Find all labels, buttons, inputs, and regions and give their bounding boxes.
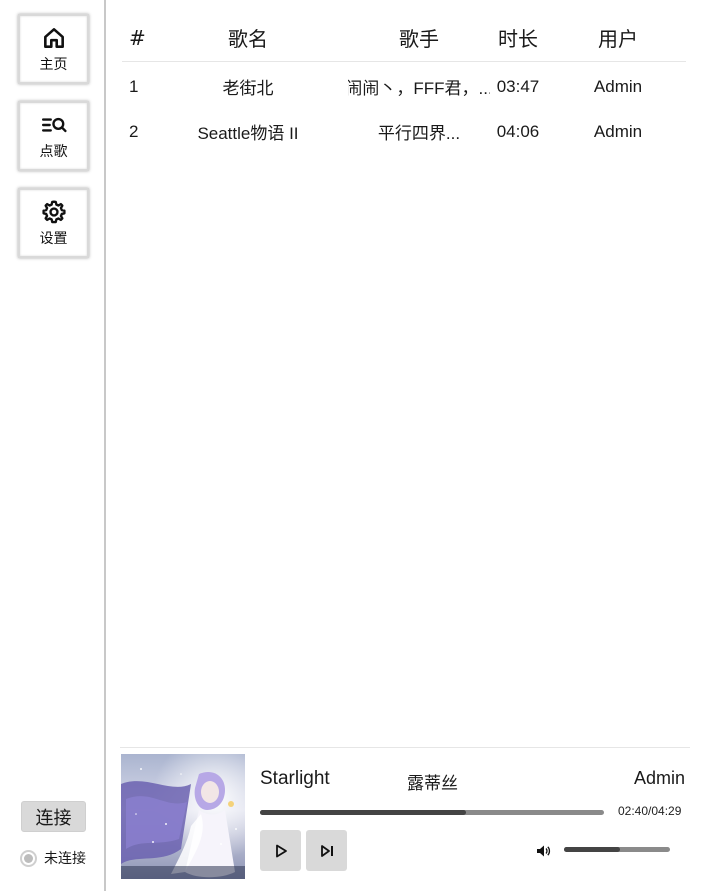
next-button[interactable] <box>306 830 347 871</box>
home-icon <box>43 27 64 48</box>
row-user: Admin <box>593 121 643 141</box>
table-row[interactable]: 2 Seattle物语 II 平行四界... 04:06 Admin <box>122 107 686 152</box>
time-readout: 02:40/04:29 <box>618 804 682 818</box>
row-num: 1 <box>129 76 139 96</box>
status-indicator-icon <box>20 849 37 867</box>
row-user: Admin <box>593 76 643 96</box>
album-cover <box>121 754 245 879</box>
nav-home-label: 主页 <box>39 56 68 73</box>
nav-home-button[interactable]: 主页 <box>18 14 89 84</box>
connect-button[interactable]: 连接 <box>21 801 86 832</box>
track-title: Starlight <box>260 768 330 789</box>
progress-fill <box>260 810 467 815</box>
track-artist: 露蒂丝 <box>407 774 458 794</box>
connection-status: 未连接 <box>20 848 86 868</box>
connection-status-text: 未连接 <box>44 851 86 867</box>
player-bar: Starlight 露蒂丝 Admin 02:40/04:29 <box>120 747 690 882</box>
sidebar: 主页 点歌 设置 连接 未连接 <box>0 0 106 891</box>
skip-next-icon <box>320 844 333 857</box>
header-duration[interactable]: 时长 <box>492 14 544 61</box>
table-row[interactable]: 1 老街北 闹闹丶，FFF君，... 03:47 Admin <box>122 62 686 107</box>
row-song-name: Seattle物语 II <box>197 124 299 143</box>
row-artist: 闹闹丶，FFF君，... <box>348 79 490 98</box>
track-user: Admin <box>633 768 685 788</box>
search-list-icon <box>41 117 67 132</box>
volume-slider[interactable] <box>564 847 670 852</box>
nav-request-button[interactable]: 点歌 <box>18 101 89 171</box>
row-duration: 04:06 <box>496 121 540 141</box>
header-artist[interactable]: 歌手 <box>348 14 490 61</box>
nav-settings-label: 设置 <box>39 230 68 247</box>
nav-request-label: 点歌 <box>39 143 68 160</box>
row-duration: 03:47 <box>496 76 540 96</box>
table-header: # 歌名 歌手 时长 用户 <box>122 14 686 62</box>
gear-icon <box>41 200 66 223</box>
nav-settings-button[interactable]: 设置 <box>18 188 89 258</box>
header-user[interactable]: 用户 <box>574 14 662 61</box>
play-button[interactable] <box>260 830 301 871</box>
song-queue-table: # 歌名 歌手 时长 用户 1 老街北 闹闹丶，FFF君，... 03:47 A… <box>122 14 686 152</box>
row-song-name: 老街北 <box>222 79 274 98</box>
play-icon <box>275 844 287 857</box>
volume-fill <box>564 847 621 852</box>
header-num[interactable]: # <box>129 14 159 61</box>
header-name[interactable]: 歌名 <box>168 14 328 61</box>
volume-icon[interactable] <box>535 843 551 859</box>
progress-bar[interactable] <box>260 810 604 815</box>
row-artist: 平行四界... <box>377 124 461 143</box>
row-num: 2 <box>129 121 139 141</box>
